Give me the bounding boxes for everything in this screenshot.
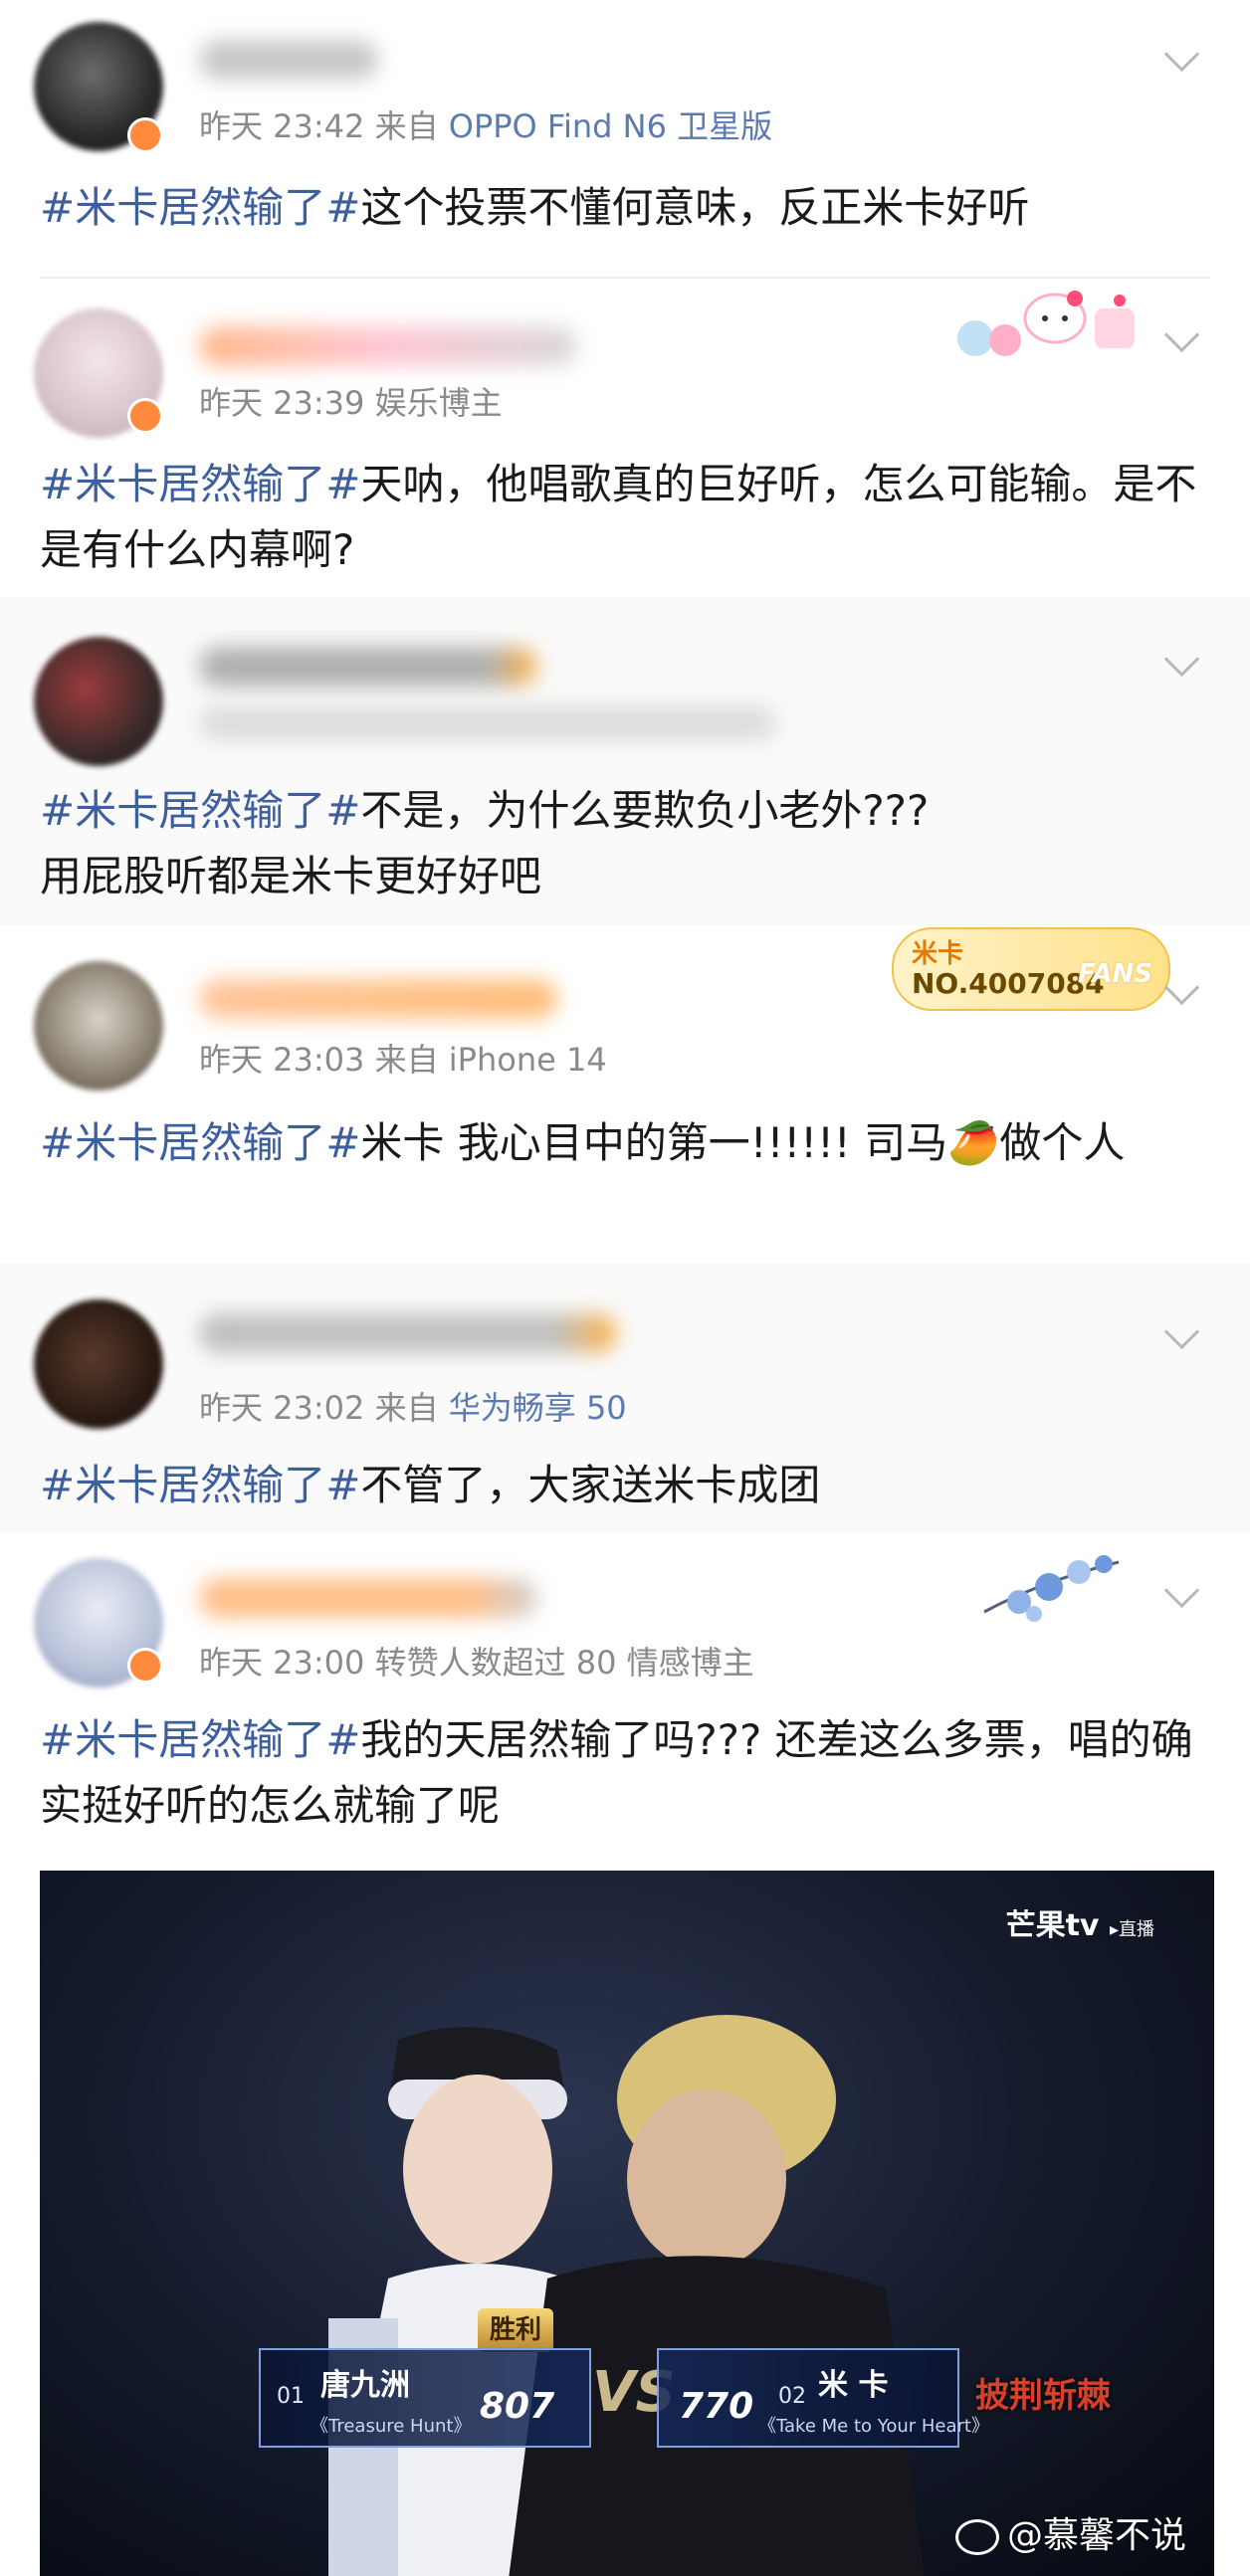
show-logo: 披荆斩棘 — [975, 2376, 1111, 2416]
post-meta: 昨天 23:02 来自 华为畅享 50 — [199, 1383, 627, 1429]
username-blurred[interactable] — [199, 326, 577, 366]
post-time: 昨天 23:00 — [199, 1644, 365, 1682]
hashtag-link[interactable]: #米卡居然输了# — [40, 183, 360, 232]
verified-badge-icon — [127, 398, 163, 434]
username-blurred[interactable] — [199, 979, 557, 1019]
performer-right — [509, 2015, 925, 2576]
post-body: #米卡居然输了#我的天居然输了吗??? 还差这么多票，唱的确实挺好听的怎么就输了… — [40, 1707, 1210, 1839]
winner-badge: 胜利 — [478, 2308, 553, 2352]
hello-kitty-decoration-icon — [957, 291, 1135, 356]
avatar[interactable] — [34, 637, 163, 766]
scoreboard-right: 770 02 米 卡 《Take Me to Your Heart》 — [657, 2348, 989, 2448]
contestant-score: 807 — [480, 2386, 555, 2427]
hashtag-link[interactable]: #米卡居然输了# — [40, 786, 360, 835]
logo-live-text: ▸直播 — [1109, 1919, 1154, 1940]
post-4: 米卡 NO.4007084 FANS 昨天 23:03 来自 iPhone 14… — [0, 925, 1250, 1264]
chevron-down-icon[interactable] — [1163, 1313, 1200, 1350]
post-1: 昨天 23:42 来自 OPPO Find N6 卫星版 #米卡居然输了#这个投… — [0, 0, 1250, 279]
logo-text: 芒果tv — [1005, 1908, 1100, 1943]
weibo-icon — [954, 2519, 999, 2555]
post-text: 不管了，大家送米卡成团 — [360, 1461, 821, 1509]
post-body: #米卡居然输了#不管了，大家送米卡成团 — [40, 1453, 1210, 1518]
post-5: 昨天 23:02 来自 华为畅享 50 #米卡居然输了#不管了，大家送米卡成团 — [0, 1264, 1250, 1532]
blue-flower-decoration-icon — [983, 1555, 1120, 1622]
post-time: 昨天 23:42 — [199, 107, 365, 145]
post-meta: 昨天 23:42 来自 OPPO Find N6 卫星版 — [199, 101, 772, 147]
contestant-score: 770 — [679, 2386, 754, 2427]
post-time: 昨天 23:02 — [199, 1389, 365, 1427]
source-link[interactable]: OPPO Find N6 卫星版 — [449, 107, 772, 145]
post-meta: 昨天 23:03 来自 iPhone 14 — [199, 1035, 607, 1081]
chevron-down-icon[interactable] — [1163, 641, 1200, 678]
post-6: 昨天 23:00 转赞人数超过 80 情感博主 #米卡居然输了#我的天居然输了吗… — [0, 1532, 1250, 1851]
chevron-down-icon[interactable] — [1163, 36, 1200, 73]
hashtag-link[interactable]: #米卡居然输了# — [40, 1461, 360, 1509]
account-info: 转赞人数超过 80 情感博主 — [374, 1644, 754, 1682]
post-text: 这个投票不懂何意味，反正米卡好听 — [360, 183, 1030, 232]
hashtag-link[interactable]: #米卡居然输了# — [40, 460, 360, 508]
username-blurred[interactable] — [199, 1313, 617, 1353]
verified-badge-icon — [127, 117, 163, 153]
fans-badge-number: NO.4007084 — [912, 967, 1105, 1000]
contestant-name: 唐九洲 — [320, 2368, 410, 2403]
post-body: #米卡居然输了#这个投票不懂何意味，反正米卡好听 — [40, 175, 1210, 241]
account-type: 娱乐博主 — [374, 384, 503, 422]
post-body: #米卡居然输了#天呐，他唱歌真的巨好听，怎么可能输。是不是有什么内幕啊? — [40, 452, 1210, 583]
contestant-number: 01 — [277, 2384, 305, 2409]
source-prefix: 来自 — [374, 107, 439, 145]
avatar[interactable] — [34, 1299, 163, 1429]
weibo-watermark: @慕馨不说 — [954, 2506, 1186, 2558]
mango-tv-logo: 芒果tv ▸直播 — [1006, 1900, 1154, 1944]
watermark-text: @慕馨不说 — [1006, 2515, 1186, 2556]
post-2: 昨天 23:39 娱乐博主 #米卡居然输了#天呐，他唱歌真的巨好听，怎么可能输。… — [0, 279, 1250, 597]
chevron-down-icon[interactable] — [1163, 316, 1200, 353]
source-prefix: 来自 — [374, 1041, 439, 1079]
post-body: #米卡居然输了#米卡 我心目中的第一!!!!!! 司马🥭做个人 — [40, 1110, 1210, 1176]
verified-badge-icon — [127, 1648, 163, 1684]
post-3: #米卡居然输了#不是，为什么要欺负小老外??? 用屁股听都是米卡更好好吧 — [0, 597, 1250, 925]
meta-blurred — [199, 706, 776, 740]
scoreboard-left: 01 唐九洲 《Treasure Hunt》 807 — [259, 2348, 591, 2448]
fans-badge-name: 米卡 — [912, 939, 964, 969]
post-meta: 昨天 23:39 娱乐博主 — [199, 378, 503, 424]
hashtag-link[interactable]: #米卡居然输了# — [40, 1118, 360, 1167]
chevron-down-icon[interactable] — [1163, 1572, 1200, 1609]
source-device: iPhone 14 — [448, 1041, 607, 1079]
fans-badge-label: FANS — [1077, 959, 1152, 989]
fans-badge[interactable]: 米卡 NO.4007084 FANS — [892, 927, 1170, 1011]
source-link[interactable]: 华为畅享 50 — [449, 1389, 627, 1427]
hashtag-link[interactable]: #米卡居然输了# — [40, 1715, 360, 1764]
username-blurred[interactable] — [199, 647, 537, 687]
post-time: 昨天 23:03 — [199, 1041, 365, 1079]
post-meta: 昨天 23:00 转赞人数超过 80 情感博主 — [199, 1638, 754, 1684]
source-prefix: 来自 — [374, 1389, 439, 1427]
song-title: 《Take Me to Your Heart》 — [758, 2416, 989, 2437]
post-body: #米卡居然输了#不是，为什么要欺负小老外??? 用屁股听都是米卡更好好吧 — [40, 778, 1210, 909]
avatar[interactable] — [34, 961, 163, 1090]
post-text-line2: 用屁股听都是米卡更好好吧 — [40, 852, 542, 900]
post-text-line1: 不是，为什么要欺负小老外??? — [360, 786, 930, 835]
contestant-number: 02 — [778, 2384, 806, 2409]
song-title: 《Treasure Hunt》 — [311, 2416, 472, 2437]
username-blurred[interactable] — [199, 40, 378, 80]
post-time: 昨天 23:39 — [199, 384, 365, 422]
post-text: 米卡 我心目中的第一!!!!!! 司马🥭做个人 — [360, 1118, 1126, 1167]
post-image[interactable]: 芒果tv ▸直播 胜利 01 唐九洲 《Treasure Hunt》 807 V… — [40, 1871, 1214, 2576]
contestant-name: 米 卡 — [818, 2368, 889, 2403]
username-blurred[interactable] — [199, 1578, 537, 1618]
